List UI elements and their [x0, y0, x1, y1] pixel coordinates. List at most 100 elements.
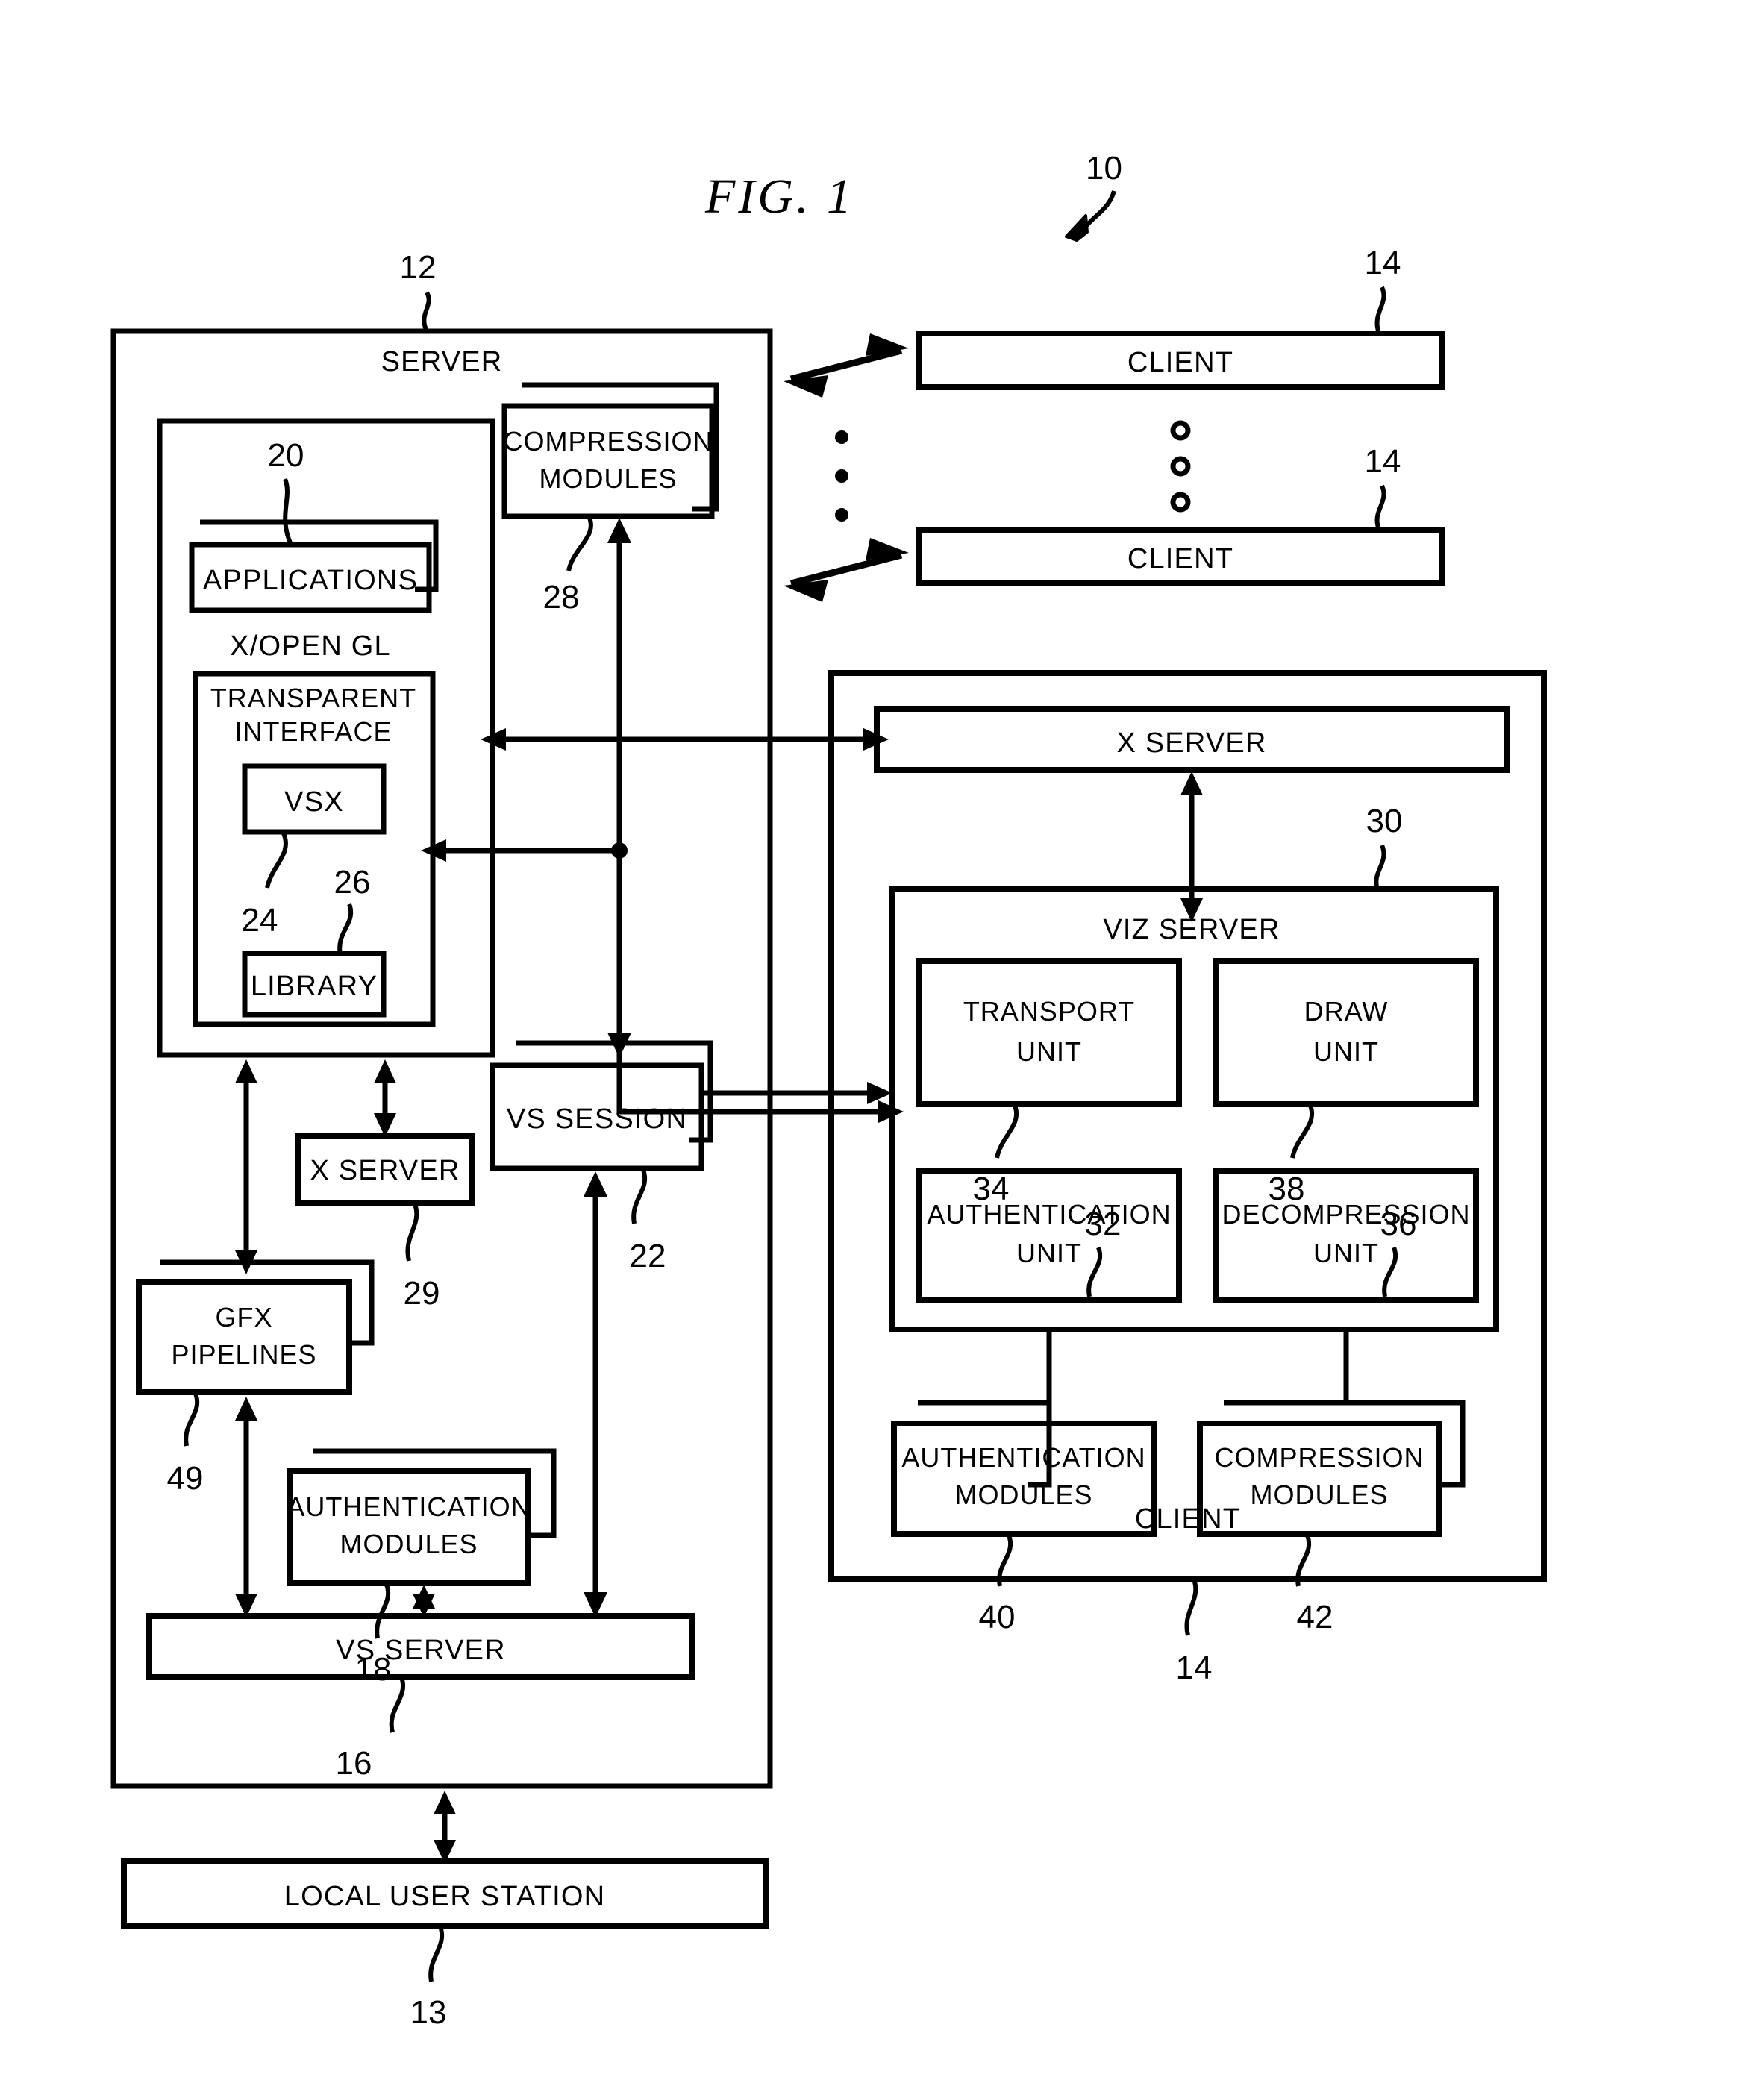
draw-unit-box: [1213, 958, 1479, 1107]
decompression-unit-label-line1: DECOMPRESSION: [1222, 1199, 1470, 1230]
ref-30-leader: [1374, 844, 1386, 890]
ellipsis-dot-left-2: [835, 469, 848, 483]
ref-26-label: 26: [334, 864, 371, 901]
compression-line-arrowhead-up: [607, 518, 631, 543]
transport-unit-label-line2: UNIT: [1016, 1036, 1082, 1067]
panel-to-gfx-arrow: [235, 1059, 257, 1274]
decompression-unit-label-line2: UNIT: [1313, 1238, 1379, 1268]
vs-session-to-viz-server-link: [704, 1082, 892, 1104]
auth-modules-to-vs-server-arrow: [413, 1585, 435, 1617]
server-outer-box: [110, 328, 773, 1789]
local-user-station-label: LOCAL USER STATION: [284, 1881, 606, 1912]
ref-29-leader: [405, 1203, 419, 1262]
vsx-label: VSX: [284, 786, 344, 818]
client-compression-modules-label-line1: COMPRESSION: [1214, 1442, 1424, 1473]
server-label: SERVER: [381, 346, 503, 378]
library-label: LIBRARY: [251, 971, 378, 1002]
figure-title: FIG. 1: [704, 169, 854, 224]
server-auth-modules-label-line1: AUTHENTICATION: [287, 1491, 531, 1522]
client-auth-modules-label-line1: AUTHENTICATION: [901, 1442, 1145, 1473]
ref-18-leader: [375, 1583, 391, 1639]
patent-figure: FIG. 1 10 SERVER 12 APPLICATIONS 20 X/OP…: [110, 150, 1547, 2031]
server-client-arrow-2: [784, 538, 909, 602]
ref-13-leader: [428, 1925, 445, 1982]
transport-unit-label-line1: TRANSPORT: [963, 996, 1135, 1027]
viz-server-label: VIZ SERVER: [1103, 914, 1280, 945]
ref-10-label: 10: [1086, 150, 1122, 187]
xserver-vizserver-arrow: [1180, 771, 1203, 922]
server-x-server-label: X SERVER: [310, 1155, 460, 1186]
ref-28-leader: [566, 516, 593, 571]
ref-49-label: 49: [167, 1460, 204, 1497]
ref-49-leader: [184, 1392, 200, 1447]
ref-24-label: 24: [242, 902, 278, 939]
ref-40-label: 40: [979, 1599, 1016, 1635]
ref-16-label: 16: [336, 1745, 372, 1782]
ref-42-label: 42: [1297, 1599, 1333, 1635]
ref-28-label: 28: [543, 579, 580, 616]
ref-22-leader: [631, 1168, 648, 1224]
gfx-pipelines-label-line1: GFX: [215, 1302, 272, 1332]
server-client-arrow-1: [784, 333, 909, 398]
client-ellipsis-dot-3: [1170, 492, 1191, 513]
compression-modules-label-line2: MODULES: [539, 463, 677, 494]
ref-20-leader: [283, 477, 293, 546]
server-auth-modules-label-line2: MODULES: [340, 1529, 478, 1559]
xopengl-label: X/OPEN GL: [230, 630, 391, 662]
ref-34-leader: [995, 1104, 1019, 1159]
ref-12-leader: [422, 291, 431, 333]
ref-32-leader: [1086, 1246, 1103, 1297]
gfx-to-vs-server-arrow: [235, 1397, 257, 1617]
client-auth-modules-box: [891, 1421, 1157, 1537]
client-ellipsis-dot-1: [1170, 420, 1191, 441]
server-auth-modules-box: [287, 1468, 531, 1586]
client-x-server-label: X SERVER: [1116, 727, 1266, 759]
decompression-unit-box: [1213, 1168, 1479, 1303]
vs-server-to-local-user-station-arrow: [434, 1791, 456, 1864]
ref-16-leader: [389, 1676, 405, 1733]
ref-13-label: 13: [410, 1994, 447, 2031]
vs-server-label: VS SERVER: [336, 1635, 506, 1666]
transparent-interface-label-line1: TRANSPARENT: [210, 683, 416, 713]
ref-36-leader: [1382, 1246, 1398, 1297]
client-auth-modules-label-line2: MODULES: [954, 1479, 1092, 1510]
authentication-unit-box: [916, 1168, 1182, 1303]
compression-modules-box: [501, 403, 715, 519]
ref-14-top-leader: [1374, 286, 1386, 334]
applications-label: APPLICATIONS: [203, 565, 418, 596]
draw-unit-label-line2: UNIT: [1313, 1036, 1379, 1067]
viz-server-box: [889, 886, 1499, 1332]
ref-22-label: 22: [630, 1238, 666, 1274]
client-compression-modules-label-line2: MODULES: [1250, 1479, 1388, 1510]
draw-unit-label-line1: DRAW: [1304, 996, 1389, 1027]
transparent-interface-label-line2: INTERFACE: [234, 716, 392, 747]
authentication-unit-label-line1: AUTHENTICATION: [927, 1199, 1171, 1230]
vs-session-label: VS SESSION: [507, 1103, 687, 1135]
ref-20-label: 20: [268, 437, 304, 474]
client-ellipsis-dot-2: [1170, 456, 1191, 477]
ref-14-top-label: 14: [1365, 245, 1401, 281]
ref-10-arrowhead: [1065, 214, 1089, 242]
compression-modules-label-line1: COMPRESSION: [503, 426, 713, 457]
ref-14-detail-leader: [1184, 1578, 1198, 1636]
ellipsis-dot-left-1: [835, 430, 848, 444]
ref-14-second-label: 14: [1365, 443, 1401, 480]
ref-12-label: 12: [400, 249, 437, 286]
vs-session-to-vs-server-line: [584, 1171, 607, 1617]
ref-26-leader: [337, 903, 354, 956]
ref-14-second-leader: [1374, 484, 1386, 531]
ellipsis-dot-left-3: [835, 508, 848, 522]
client-1-label: CLIENT: [1127, 347, 1233, 378]
ref-29-label: 29: [404, 1275, 440, 1312]
transparent-interface-to-client-xserver-link: [481, 728, 889, 751]
ref-24-leader: [265, 832, 288, 889]
gfx-pipelines-box: [136, 1279, 352, 1395]
ref-14-detail-label: 14: [1176, 1650, 1213, 1686]
transport-unit-box: [916, 958, 1182, 1107]
authentication-unit-label-line2: UNIT: [1016, 1238, 1082, 1268]
client-2-label: CLIENT: [1127, 543, 1233, 574]
ref-30-label: 30: [1366, 803, 1403, 839]
panel-to-xserver-arrow: [374, 1059, 396, 1137]
gfx-pipelines-label-line2: PIPELINES: [171, 1339, 316, 1370]
ref-38-leader: [1290, 1104, 1314, 1159]
